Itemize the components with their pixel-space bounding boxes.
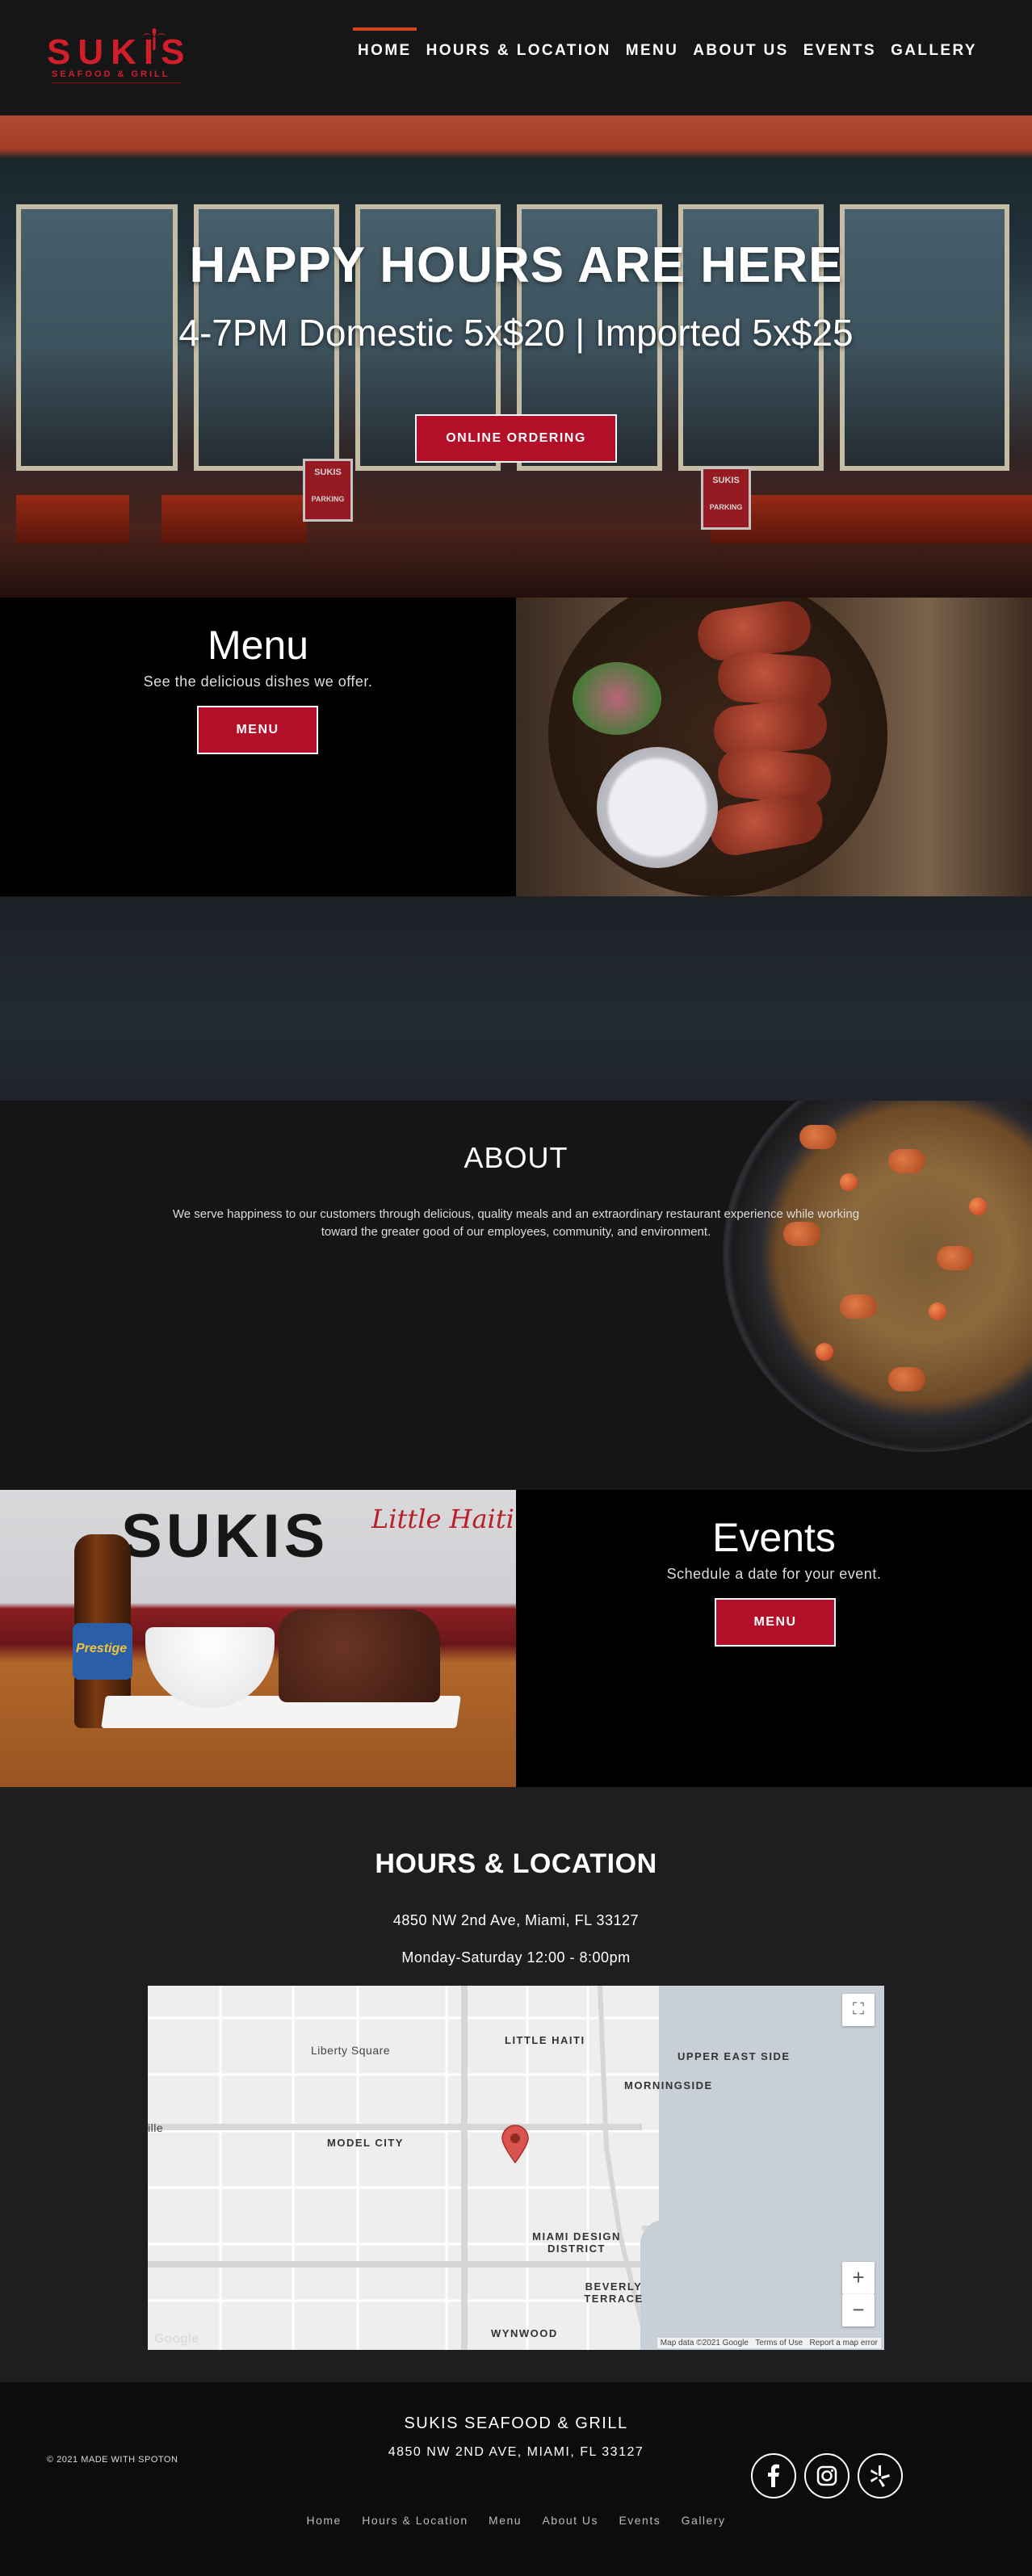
- events-section: SUKIS Little Haiti Prestige Events Sched…: [0, 1490, 1032, 1787]
- map-label: MIAMI DESIGN DISTRICT: [532, 2230, 621, 2255]
- footer-link-home[interactable]: Home: [306, 2514, 341, 2527]
- tomato: [840, 1173, 858, 1191]
- yelp-icon[interactable]: [858, 2453, 903, 2498]
- map-label: MORNINGSIDE: [624, 2079, 713, 2091]
- map-label: UPPER EAST SIDE: [678, 2050, 791, 2062]
- onion-salad: [573, 662, 661, 735]
- hours-address: 4850 NW 2nd Ave, Miami, FL 33127: [392, 1912, 640, 1928]
- top-navigation: SUKIS SEAFOOD & GRILL HOME HOURS & LOCAT…: [0, 0, 1032, 115]
- events-photo: SUKIS Little Haiti Prestige: [0, 1490, 516, 1787]
- map-label: Liberty Square: [311, 2044, 391, 2057]
- map-label: ille: [148, 2121, 164, 2134]
- shrimp: [937, 1246, 974, 1270]
- nav-menu[interactable]: MENU: [626, 42, 679, 63]
- nav-events[interactable]: EVENTS: [803, 42, 876, 63]
- fullscreen-icon[interactable]: ⛶: [842, 1994, 875, 2026]
- wall-little-haiti-text: Little Haiti: [371, 1504, 514, 1534]
- menu-button[interactable]: MENU: [197, 706, 318, 754]
- facebook-icon[interactable]: [751, 2453, 796, 2498]
- events-description: Schedule a date for your event.: [666, 1566, 882, 1582]
- map-data-attribution: Map data ©2021 Google: [660, 2339, 749, 2347]
- nav-home[interactable]: HOME: [353, 27, 417, 63]
- hero-subtitle: 4-7PM Domestic 5x$20 | Imported 5x$25: [178, 312, 854, 354]
- online-ordering-button[interactable]: ONLINE ORDERING: [415, 414, 617, 463]
- about-section: ABOUT We serve happiness to our customer…: [0, 1101, 1032, 1490]
- zoom-in-button[interactable]: +: [842, 2262, 875, 2294]
- footer-link-gallery[interactable]: Gallery: [682, 2514, 726, 2527]
- wings-photo: [516, 598, 1032, 896]
- wing-piece: [716, 650, 833, 708]
- map-water: [640, 2220, 705, 2350]
- map-label: WYNWOOD: [491, 2327, 558, 2339]
- shrimp: [888, 1367, 925, 1391]
- hours-title: HOURS & LOCATION: [375, 1848, 657, 1879]
- menu-section: Menu See the delicious dishes we offer. …: [0, 598, 1032, 896]
- hero-banner: SUKIS PARKING SUKIS PARKING HAPPY HOURS …: [0, 115, 1032, 598]
- terms-of-use-link[interactable]: Terms of Use: [755, 2339, 803, 2347]
- logo-text: SUKIS: [47, 32, 192, 72]
- wall-logo-text: SUKIS: [121, 1502, 329, 1571]
- events-title: Events: [712, 1515, 836, 1560]
- hours-time: Monday-Saturday 12:00 - 8:00pm: [401, 1949, 631, 1966]
- footer-link-about-us[interactable]: About Us: [542, 2514, 598, 2527]
- footer-link-hours-location[interactable]: Hours & Location: [362, 2514, 468, 2527]
- tomato: [816, 1343, 833, 1361]
- footer-link-events[interactable]: Events: [619, 2514, 661, 2527]
- instagram-icon[interactable]: [804, 2453, 850, 2498]
- footer-copyright: © 2021 MADE WITH SPOTON: [47, 2455, 178, 2465]
- griot-meat: [279, 1609, 440, 1702]
- menu-title: Menu: [207, 623, 309, 668]
- google-map[interactable]: Liberty Square LITTLE HAITI UPPER EAST S…: [148, 1986, 884, 2350]
- nav-gallery[interactable]: GALLERY: [891, 42, 977, 63]
- map-footer: Map data ©2021 Google Terms of Use Repor…: [657, 2338, 881, 2348]
- about-body: We serve happiness to our customers thro…: [172, 1207, 860, 1239]
- nav-about-us[interactable]: ABOUT US: [693, 42, 788, 63]
- map-label: LITTLE HAITI: [505, 2034, 585, 2046]
- menu-description: See the delicious dishes we offer.: [143, 673, 373, 690]
- nav-hours-location[interactable]: HOURS & LOCATION: [426, 42, 611, 63]
- nav-links: HOME HOURS & LOCATION MENU ABOUT US EVEN…: [353, 27, 977, 63]
- report-map-error-link[interactable]: Report a map error: [810, 2339, 878, 2347]
- bottle-label-text: Prestige: [76, 1642, 128, 1655]
- tomato: [929, 1303, 946, 1320]
- parallax-background: [0, 896, 1032, 1101]
- hours-location-section: HOURS & LOCATION 4850 NW 2nd Ave, Miami,…: [0, 1787, 1032, 2382]
- zoom-out-button[interactable]: −: [842, 2294, 875, 2326]
- map-label: BEVERLY TERRACE: [584, 2280, 644, 2305]
- footer-links: Home Hours & Location Menu About Us Even…: [0, 2514, 1032, 2527]
- hero-overlay: [0, 115, 1032, 598]
- menu-text-block: Menu See the delicious dishes we offer.: [0, 622, 516, 690]
- logo-subtitle: SEAFOOD & GRILL: [52, 69, 170, 79]
- events-menu-button[interactable]: MENU: [715, 1598, 836, 1647]
- site-footer: SUKIS SEAFOOD & GRILL 4850 NW 2ND AVE, M…: [0, 2382, 1032, 2576]
- about-title: ABOUT: [464, 1141, 568, 1174]
- map-pin-icon[interactable]: [501, 2125, 530, 2163]
- logo-underline: [52, 82, 181, 83]
- footer-restaurant-name: SUKIS SEAFOOD & GRILL: [404, 2414, 628, 2432]
- footer-link-menu[interactable]: Menu: [489, 2514, 522, 2527]
- google-logo: Google: [154, 2332, 199, 2346]
- shrimp: [840, 1294, 877, 1319]
- hero-title: HAPPY HOURS ARE HERE: [189, 237, 843, 293]
- logo[interactable]: SUKIS SEAFOOD & GRILL: [47, 27, 186, 84]
- map-label: MODEL CITY: [327, 2137, 404, 2149]
- events-text-block: Events Schedule a date for your event.: [516, 1514, 1032, 1583]
- palm-tree-icon: [143, 28, 166, 50]
- dip-bowl: [597, 747, 718, 868]
- tomato: [969, 1198, 987, 1215]
